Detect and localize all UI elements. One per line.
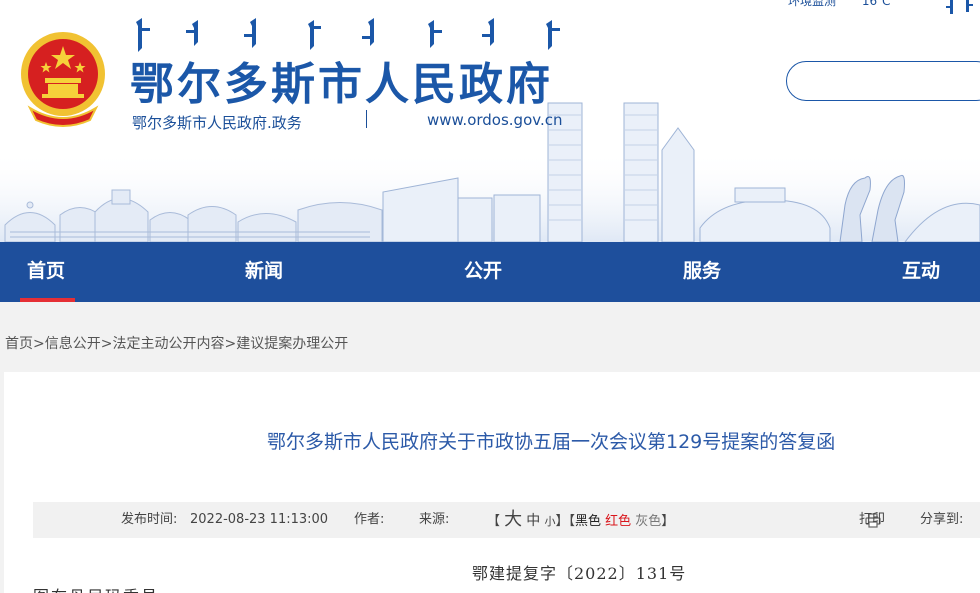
environment-monitor-link[interactable]: 环境监测 [788, 0, 836, 8]
mongolian-language-switch-icon[interactable] [944, 0, 980, 16]
bracket: 】 [661, 514, 675, 529]
publish-time: 2022-08-23 11:13:00 [190, 512, 329, 527]
bracket: 【 [487, 514, 501, 529]
article-title: 鄂尔多斯市人民政府关于市政协五届一次会议第129号提案的答复函 [267, 431, 836, 453]
breadcrumb-proposal-handling[interactable]: 建议提案办理公开 [236, 336, 348, 352]
national-emblem-icon [21, 32, 105, 127]
letter-greeting: 图布丹尼玛委员: [33, 583, 166, 593]
nav-item-home[interactable]: 首页 [27, 242, 65, 302]
breadcrumb-home[interactable]: 首页 [5, 336, 33, 352]
site-title: 鄂尔多斯市人民政府 [130, 59, 553, 110]
breadcrumb-info-open[interactable]: 信息公开 [45, 336, 101, 352]
breadcrumb-separator: > [224, 336, 237, 352]
site-subtitle: 鄂尔多斯市人民政府.政务 [132, 114, 302, 132]
font-size-large-button[interactable]: 大 [504, 509, 522, 530]
breadcrumb-separator: > [33, 336, 45, 352]
publish-time-label: 发布时间: [121, 512, 178, 527]
weather-temperature: 16℃ [861, 0, 891, 8]
document-number: 鄂建提复字〔2022〕131号 [472, 564, 687, 583]
breadcrumb-separator: > [100, 336, 113, 352]
mongolian-script-title [136, 18, 560, 52]
color-gray-button[interactable]: 灰色 [635, 514, 661, 529]
nav-item-open[interactable]: 公开 [464, 242, 502, 302]
source-label: 来源: [419, 512, 450, 527]
site-header: 鄂尔多斯市人民政府 鄂尔多斯市人民政府.政务 www.ordos.gov.cn … [0, 0, 980, 242]
author-label: 作者: [354, 512, 385, 527]
breadcrumb-statutory-content[interactable]: 法定主动公开内容 [112, 336, 224, 352]
font-size-medium-button[interactable]: 中 [526, 513, 540, 529]
top-utility-bar: 环境监测 16℃ [788, 0, 913, 8]
nav-item-news[interactable]: 新闻 [245, 242, 283, 302]
color-red-button[interactable]: 红色 [605, 514, 631, 529]
font-size-switcher: 【 大 中 小】【黑色 红色 灰色】 [487, 502, 674, 540]
site-url: www.ordos.gov.cn [427, 111, 563, 129]
bracket: 】 [555, 514, 569, 529]
breadcrumb: 首页>信息公开>法定主动公开内容>建议提案办理公开 [5, 333, 348, 353]
header-divider [366, 110, 367, 128]
article-meta-bar: 发布时间: 2022-08-23 11:13:00 作者: 来源: 【 大 中 … [33, 502, 980, 538]
print-button[interactable]: 打印 [859, 502, 885, 538]
search-input[interactable] [786, 61, 980, 101]
nav-item-service[interactable]: 服务 [683, 242, 721, 302]
color-black-button[interactable]: 黑色 [575, 514, 601, 529]
share-label: 分享到: [920, 512, 964, 527]
nav-item-interaction[interactable]: 互动 [902, 242, 940, 302]
main-navigation: 首页 新闻 公开 服务 互动 [0, 242, 980, 302]
font-size-small-button[interactable]: 小 [544, 515, 555, 528]
